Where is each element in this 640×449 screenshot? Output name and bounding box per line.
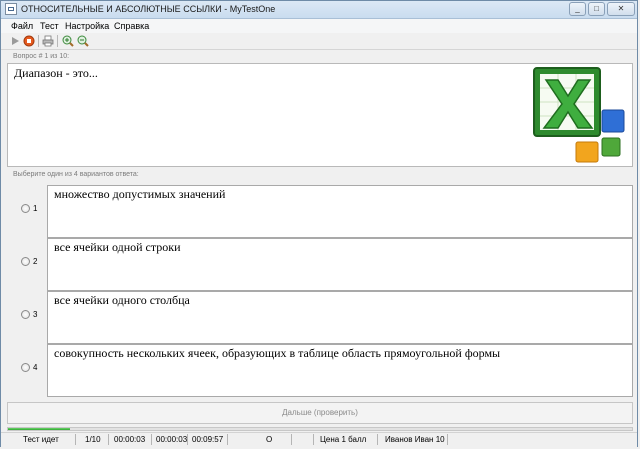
toolbar-separator bbox=[57, 35, 58, 47]
minimize-button[interactable]: _ bbox=[569, 2, 586, 16]
answer-option-2[interactable]: 2 все ячейки одной строки bbox=[7, 235, 633, 291]
test-progress-bar bbox=[7, 427, 633, 431]
window-app-icon[interactable] bbox=[5, 3, 17, 15]
answer-option-1[interactable]: 1 множество допустимых значений bbox=[7, 182, 633, 238]
status-divider bbox=[75, 434, 76, 445]
status-divider bbox=[151, 434, 152, 445]
answer-number: 3 bbox=[33, 310, 38, 319]
zoom-in-icon[interactable] bbox=[62, 35, 74, 47]
toolbar-separator bbox=[38, 35, 39, 47]
answer-text: совокупность нескольких ячеек, образующи… bbox=[54, 346, 501, 360]
answer-radio-1[interactable] bbox=[21, 204, 30, 213]
status-divider bbox=[187, 434, 188, 445]
menu-help[interactable]: Справка bbox=[114, 21, 149, 31]
status-bar: Тест идет 1/10 00:00:03 00:00:03 00:09:5… bbox=[1, 432, 637, 447]
status-divider bbox=[227, 434, 228, 445]
play-icon[interactable] bbox=[9, 35, 21, 47]
maximize-button[interactable]: □ bbox=[588, 2, 605, 16]
answer-option-3[interactable]: 3 все ячейки одного столбца bbox=[7, 288, 633, 344]
menu-file[interactable]: Файл bbox=[11, 21, 33, 31]
status-mark: O bbox=[266, 435, 273, 444]
status-divider bbox=[108, 434, 109, 445]
answer-text: множество допустимых значений bbox=[54, 187, 226, 201]
menu-settings[interactable]: Настройка bbox=[65, 21, 109, 31]
close-button[interactable]: ✕ bbox=[607, 2, 635, 16]
answer-number: 4 bbox=[33, 363, 38, 372]
question-text: Диапазон - это... bbox=[14, 66, 98, 80]
app-window: ОТНОСИТЕЛЬНЫЕ И АБСОЛЮТНЫЕ ССЫЛКИ - MyTe… bbox=[0, 0, 638, 447]
answer-text: все ячейки одного столбца bbox=[54, 293, 190, 307]
status-time-1: 00:00:03 bbox=[114, 435, 146, 444]
answer-box[interactable]: совокупность нескольких ячеек, образующи… bbox=[47, 344, 633, 397]
menu-bar: Файл Тест Настройка Справка bbox=[1, 19, 637, 33]
answer-box[interactable]: множество допустимых значений bbox=[47, 185, 633, 238]
status-user: Иванов Иван 10 bbox=[385, 435, 445, 444]
progress-fill bbox=[8, 428, 71, 430]
answer-box[interactable]: все ячейки одной строки bbox=[47, 238, 633, 291]
answer-radio-4[interactable] bbox=[21, 363, 30, 372]
answers-header: Выберите один из 4 вариантов ответа: bbox=[13, 171, 139, 178]
answer-box[interactable]: все ячейки одного столбца bbox=[47, 291, 633, 344]
zoom-out-icon[interactable] bbox=[77, 35, 89, 47]
answer-number: 1 bbox=[33, 204, 38, 213]
status-time-3: 00:09:57 bbox=[192, 435, 224, 444]
status-time-2: 00:00:03 bbox=[156, 435, 188, 444]
status-divider bbox=[291, 434, 292, 445]
print-icon[interactable] bbox=[42, 35, 54, 47]
question-header: Вопрос # 1 из 10: bbox=[13, 53, 70, 60]
status-price: Цена 1 балл bbox=[320, 435, 367, 444]
answer-option-4[interactable]: 4 совокупность нескольких ячеек, образую… bbox=[7, 341, 633, 397]
stop-icon[interactable] bbox=[23, 35, 35, 47]
window-title: ОТНОСИТЕЛЬНЫЕ И АБСОЛЮТНЫЕ ССЫЛКИ - MyTe… bbox=[21, 4, 276, 14]
toolbar bbox=[1, 33, 637, 50]
answer-radio-3[interactable] bbox=[21, 310, 30, 319]
answer-text: все ячейки одной строки bbox=[54, 240, 181, 254]
menu-test[interactable]: Тест bbox=[40, 21, 59, 31]
status-divider bbox=[313, 434, 314, 445]
status-state: Тест идет bbox=[23, 435, 59, 444]
question-panel: Диапазон - это... bbox=[7, 63, 633, 167]
excel-logo-icon bbox=[533, 67, 625, 163]
status-divider bbox=[447, 434, 448, 445]
answer-radio-2[interactable] bbox=[21, 257, 30, 266]
answers-list: 1 множество допустимых значений 2 все яч… bbox=[7, 182, 633, 397]
answer-number: 2 bbox=[33, 257, 38, 266]
title-bar: ОТНОСИТЕЛЬНЫЕ И АБСОЛЮТНЫЕ ССЫЛКИ - MyTe… bbox=[1, 1, 637, 19]
status-question-count: 1/10 bbox=[85, 435, 101, 444]
next-check-button[interactable]: Дальше (проверить) bbox=[7, 402, 633, 424]
status-divider bbox=[377, 434, 378, 445]
